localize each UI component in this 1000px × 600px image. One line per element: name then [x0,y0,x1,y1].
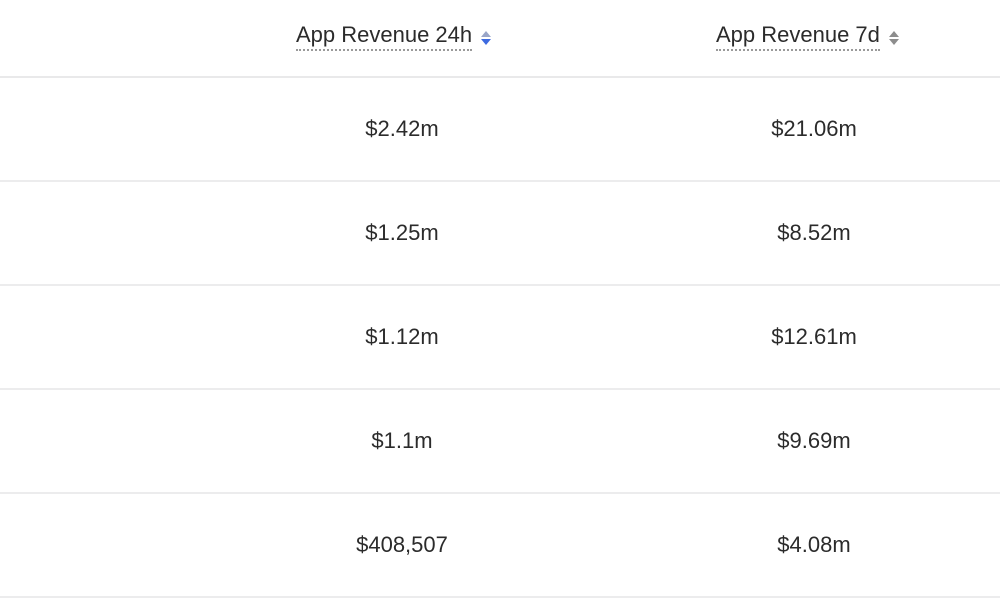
sort-active-icon[interactable] [480,28,492,48]
cell-app-revenue-24h: $408,507 [356,532,448,557]
table-row[interactable]: $1.1m $9.69m [0,390,1000,494]
sort-icon[interactable] [888,28,900,48]
revenue-table: App Revenue 24h App Revenue 7d $2.42m $2… [0,0,1000,600]
cell-app-revenue-7d: $8.52m [777,220,851,245]
column-header-label: App Revenue 7d [716,22,880,51]
column-header-app-revenue-24h[interactable]: App Revenue 24h [296,22,492,51]
table-row[interactable]: $1.25m $8.52m [0,182,1000,286]
table-row[interactable]: $1.12m $12.61m [0,286,1000,390]
column-header-app-revenue-7d[interactable]: App Revenue 7d [716,22,900,51]
cell-app-revenue-24h: $1.1m [371,428,433,453]
cell-app-revenue-24h: $2.42m [365,116,439,141]
cell-app-revenue-24h: $1.12m [365,324,439,349]
table-row[interactable]: $408,507 $4.08m [0,494,1000,598]
sort-descending-arrow [888,38,899,45]
sort-ascending-arrow [481,30,492,37]
cell-app-revenue-7d: $12.61m [771,324,857,349]
cell-app-revenue-24h: $1.25m [365,220,439,245]
sort-descending-arrow [481,38,492,45]
table-row[interactable]: $2.42m $21.06m [0,78,1000,182]
column-header-label: App Revenue 24h [296,22,473,51]
cell-app-revenue-7d: $21.06m [771,116,857,141]
table-header: App Revenue 24h App Revenue 7d [0,0,1000,78]
cell-app-revenue-7d: $9.69m [777,428,851,453]
cell-app-revenue-7d: $4.08m [777,532,851,557]
sort-ascending-arrow [888,30,899,37]
